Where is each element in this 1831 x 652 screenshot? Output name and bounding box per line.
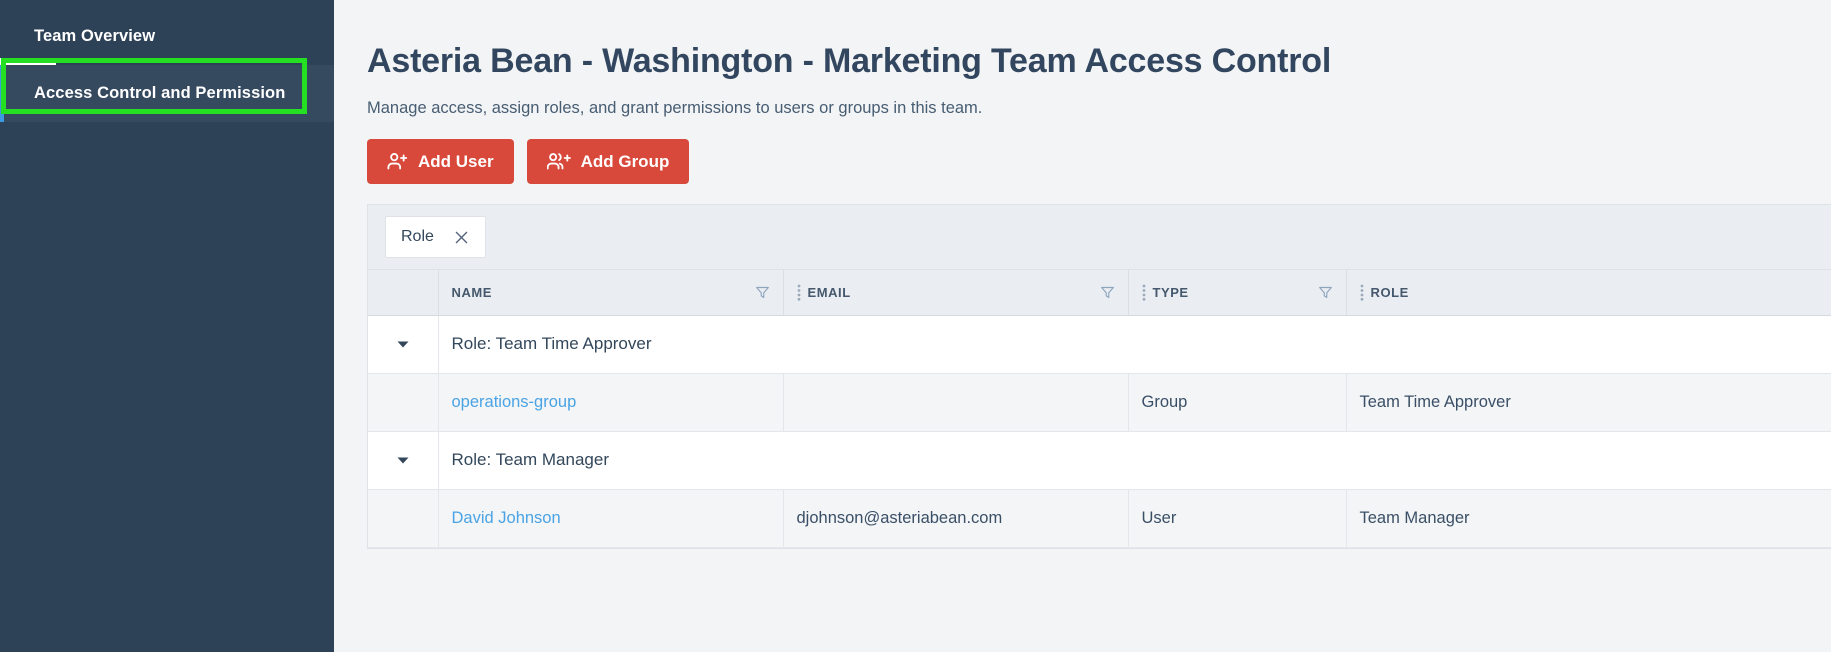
row-type-cell: User xyxy=(1128,489,1347,548)
column-header-name-label: NAME xyxy=(451,284,492,300)
column-header-email[interactable]: EMAIL xyxy=(783,270,1129,316)
row-type-cell: Group xyxy=(1128,373,1347,432)
group-expand-cell[interactable] xyxy=(368,315,439,374)
column-header-role-label: ROLE xyxy=(1370,284,1409,300)
sidebar-item-label: Team Overview xyxy=(34,27,156,45)
row-email-cell: djohnson@asteriabean.com xyxy=(783,489,1129,548)
add-group-button[interactable]: Add Group xyxy=(526,139,690,185)
row-role-cell: Team Manager xyxy=(1346,489,1831,548)
filter-icon[interactable] xyxy=(755,285,770,300)
close-icon[interactable] xyxy=(453,229,470,246)
grid-header: NAME EMAIL TYPE ROLE xyxy=(368,270,1831,316)
table-group-row[interactable]: Role: Team Manager xyxy=(368,431,1831,490)
table-row[interactable]: David Johnson djohnson@asteriabean.com U… xyxy=(368,489,1831,548)
column-header-email-label: EMAIL xyxy=(807,284,851,300)
grid-body: Role: Team Time Approver operations-grou… xyxy=(368,315,1831,548)
row-name-link[interactable]: operations-group xyxy=(452,393,577,411)
users-plus-icon xyxy=(546,151,571,172)
row-name-cell: operations-group xyxy=(438,373,784,432)
filter-chip-role[interactable]: Role xyxy=(385,216,486,259)
row-email-cell xyxy=(783,373,1129,432)
group-row-label: Role: Team Time Approver xyxy=(438,315,1831,374)
filter-chip-label: Role xyxy=(401,228,434,246)
row-caret-cell xyxy=(368,489,439,548)
drag-handle-icon[interactable] xyxy=(1142,284,1146,301)
add-user-label: Add User xyxy=(418,151,494,171)
table-group-row[interactable]: Role: Team Time Approver xyxy=(368,315,1831,374)
access-control-grid: Role NAME EMAIL TYPE ROLE Role: Team Tim… xyxy=(367,204,1831,549)
drag-handle-icon[interactable] xyxy=(1360,284,1364,301)
sidebar-item-team-overview[interactable]: Team Overview xyxy=(0,8,334,65)
column-header-type-label: TYPE xyxy=(1152,284,1189,300)
main-content: Asteria Bean - Washington - Marketing Te… xyxy=(334,0,1831,652)
filter-icon[interactable] xyxy=(1100,285,1115,300)
grid-header-row: NAME EMAIL TYPE ROLE xyxy=(368,270,1831,316)
filter-bar: Role xyxy=(368,205,1831,271)
group-expand-cell[interactable] xyxy=(368,431,439,490)
filter-icon[interactable] xyxy=(1318,285,1333,300)
add-user-button[interactable]: Add User xyxy=(367,139,514,185)
column-header-name[interactable]: NAME xyxy=(438,270,784,316)
page-subtitle: Manage access, assign roles, and grant p… xyxy=(367,99,983,118)
sidebar-item-access-control-and-permission[interactable]: Access Control and Permission xyxy=(0,65,334,122)
sidebar-item-label: Access Control and Permission xyxy=(34,84,286,102)
chevron-down-icon[interactable] xyxy=(390,331,416,357)
column-header-type[interactable]: TYPE xyxy=(1128,270,1347,316)
page-title: Asteria Bean - Washington - Marketing Te… xyxy=(367,42,1332,80)
row-name-link[interactable]: David Johnson xyxy=(452,509,561,527)
group-row-label: Role: Team Manager xyxy=(438,431,1831,490)
row-caret-cell xyxy=(368,373,439,432)
column-header-caret xyxy=(368,270,439,316)
sidebar: Team Overview Access Control and Permiss… xyxy=(0,0,334,652)
row-name-cell: David Johnson xyxy=(438,489,784,548)
grid-table: NAME EMAIL TYPE ROLE Role: Team Time App… xyxy=(368,270,1831,548)
row-role-cell: Team Time Approver xyxy=(1346,373,1831,432)
add-group-label: Add Group xyxy=(580,151,670,171)
action-button-row: Add User Add Group xyxy=(367,139,1831,185)
drag-handle-icon[interactable] xyxy=(797,284,801,301)
table-row[interactable]: operations-group Group Team Time Approve… xyxy=(368,373,1831,432)
app-root: Team Overview Access Control and Permiss… xyxy=(0,0,1831,652)
user-plus-icon xyxy=(387,151,408,172)
chevron-down-icon[interactable] xyxy=(390,447,416,473)
column-header-role[interactable]: ROLE xyxy=(1346,270,1831,316)
